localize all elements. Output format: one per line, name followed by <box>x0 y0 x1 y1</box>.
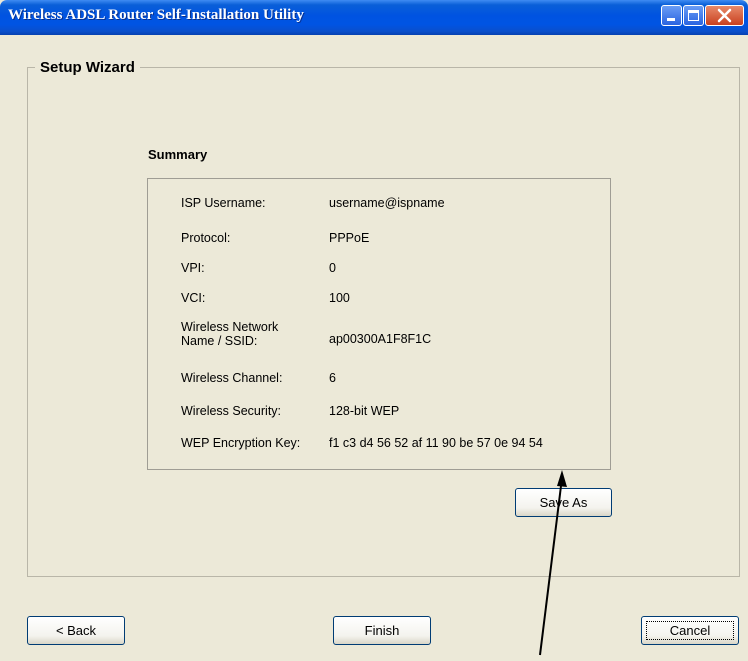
protocol-label: Protocol: <box>181 231 231 245</box>
protocol-value: PPPoE <box>329 231 370 245</box>
ssid-value: ap00300A1F8F1C <box>329 332 432 346</box>
isp-username-label: ISP Username: <box>181 196 266 210</box>
vpi-value: 0 <box>329 261 336 275</box>
minimize-icon <box>667 18 675 21</box>
cancel-button[interactable]: Cancel <box>641 616 739 645</box>
minimize-button[interactable] <box>661 5 682 26</box>
vci-value: 100 <box>329 291 350 305</box>
save-as-button[interactable]: Save As <box>515 488 612 517</box>
back-button[interactable]: < Back <box>27 616 125 645</box>
vpi-label: VPI: <box>181 261 205 275</box>
wireless-security-label: Wireless Security: <box>181 404 282 418</box>
focus-rectangle <box>646 621 734 640</box>
maximize-icon <box>688 10 699 21</box>
window-title: Wireless ADSL Router Self-Installation U… <box>8 7 304 23</box>
setup-wizard-title: Setup Wizard <box>35 59 140 76</box>
close-button[interactable] <box>705 5 744 26</box>
ssid-label: Wireless Network Name / SSID: <box>181 320 279 348</box>
wireless-channel-value: 6 <box>329 371 336 385</box>
wireless-security-value: 128-bit WEP <box>329 404 400 418</box>
maximize-button[interactable] <box>683 5 704 26</box>
isp-username-value: username@ispname <box>329 196 445 210</box>
vci-label: VCI: <box>181 291 206 305</box>
wireless-channel-label: Wireless Channel: <box>181 371 283 385</box>
summary-heading: Summary <box>148 147 208 162</box>
finish-button[interactable]: Finish <box>333 616 431 645</box>
close-icon <box>717 8 732 23</box>
wep-key-value: f1 c3 d4 56 52 af 11 90 be 57 0e 94 54 <box>329 436 543 450</box>
wep-key-label: WEP Encryption Key: <box>181 436 301 450</box>
title-bar[interactable]: Wireless ADSL Router Self-Installation U… <box>0 0 748 35</box>
